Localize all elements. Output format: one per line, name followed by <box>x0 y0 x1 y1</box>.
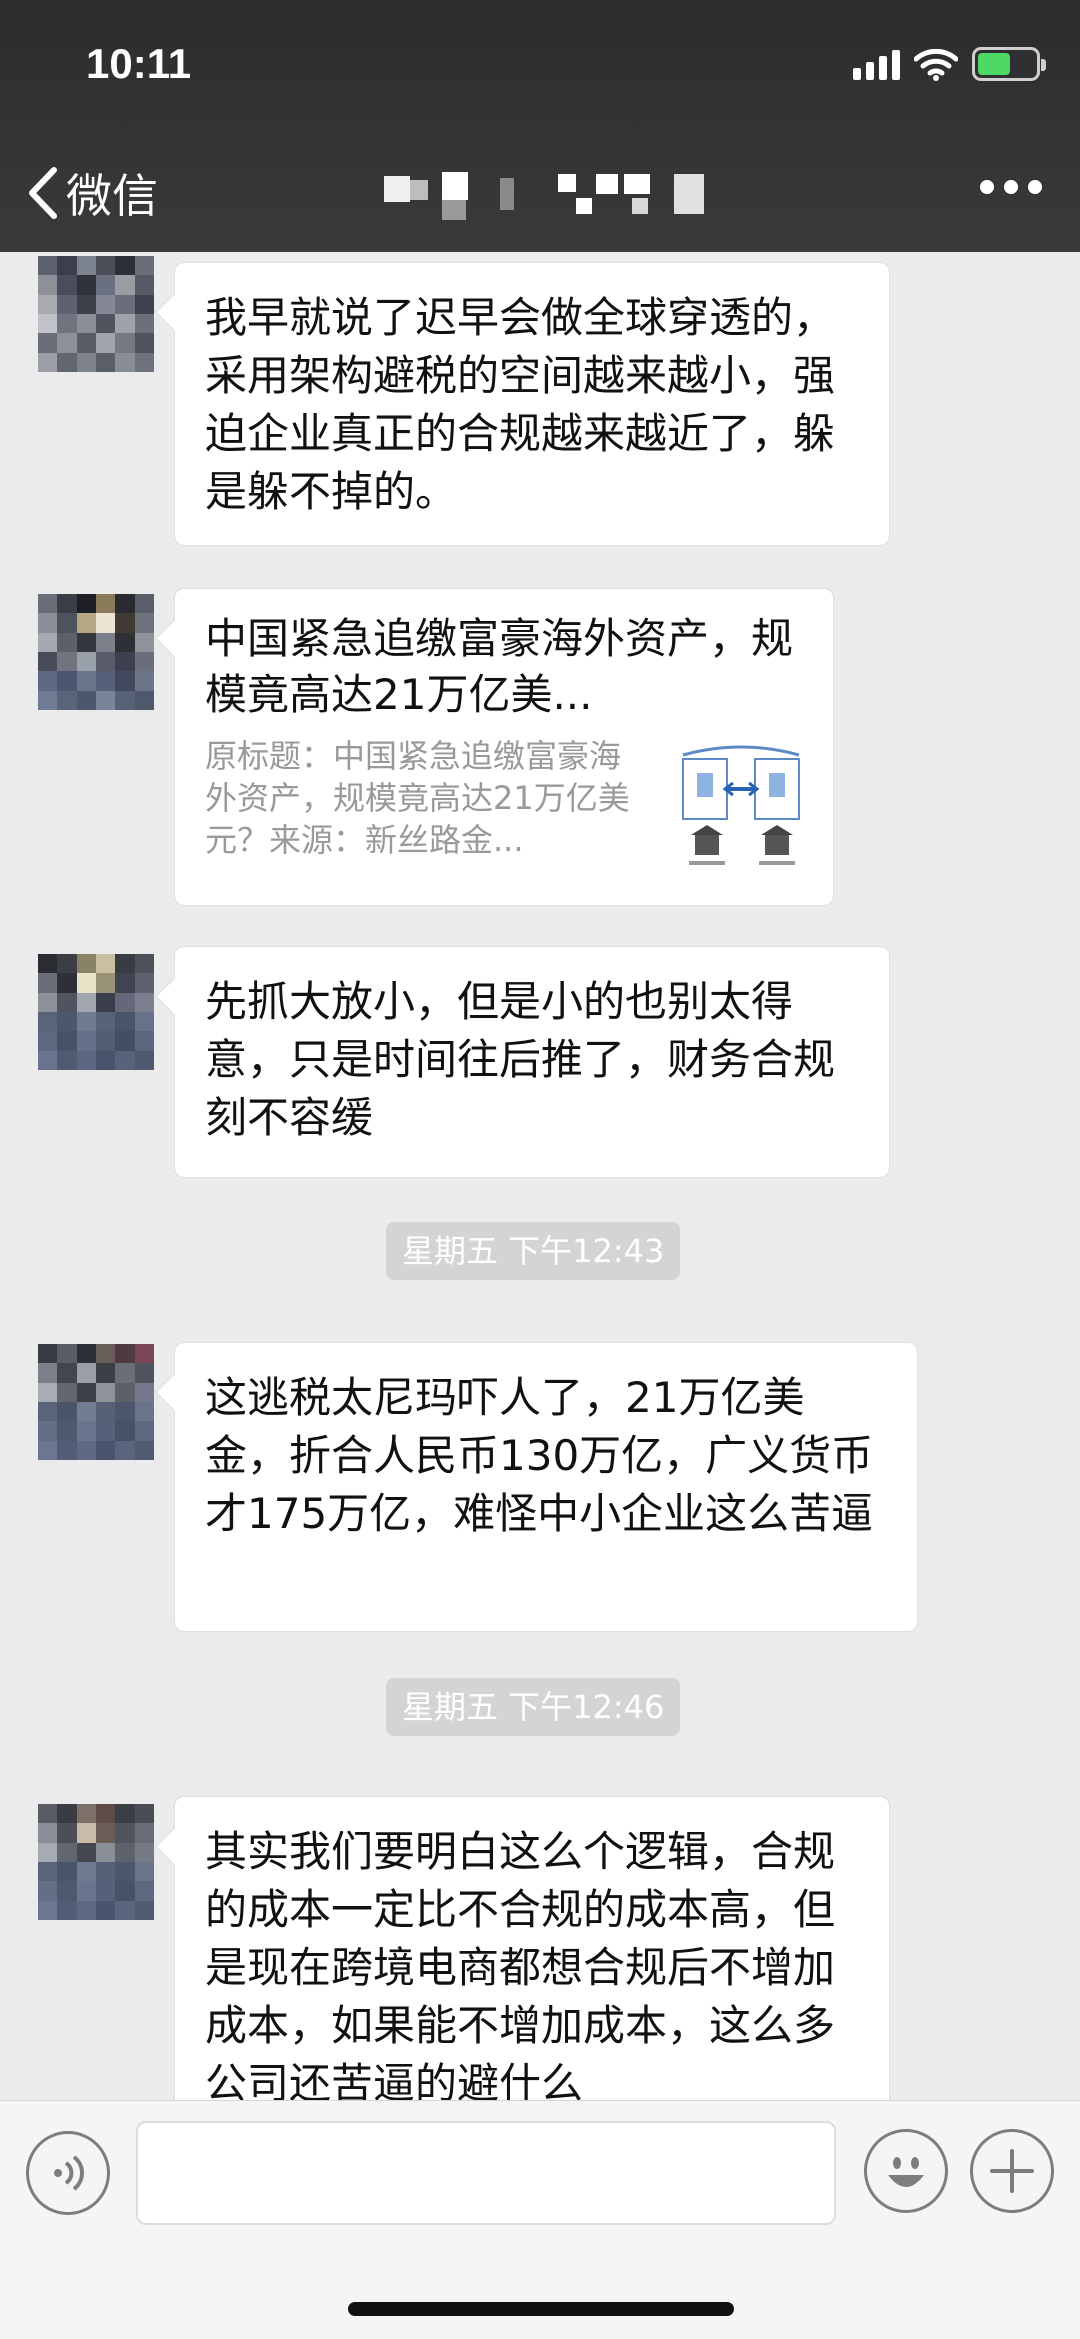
link-card[interactable]: 中国紧急追缴富豪海外资产，规模竟高达21万亿美... 原标题：中国紧急追缴富豪海… <box>174 588 834 906</box>
more-icon <box>980 180 994 194</box>
message-bubble[interactable]: 这逃税太尼玛吓人了，21万亿美金，折合人民币130万亿，广义货币才175万亿，难… <box>174 1342 918 1632</box>
avatar[interactable] <box>38 594 154 710</box>
avatar[interactable] <box>38 256 154 372</box>
status-icons <box>853 46 1046 82</box>
nav-bar: 微信 <box>0 140 1080 240</box>
time-badge: 星期五 下午12:43 <box>386 1222 681 1280</box>
emoji-button[interactable] <box>864 2129 948 2213</box>
avatar[interactable] <box>38 1344 154 1460</box>
plus-button[interactable] <box>970 2129 1054 2213</box>
plus-icon <box>990 2149 1034 2193</box>
wifi-icon <box>914 48 958 81</box>
avatar[interactable] <box>38 1804 154 1920</box>
link-thumbnail-icon <box>677 745 807 875</box>
status-time: 10:11 <box>86 40 192 87</box>
avatar[interactable] <box>38 954 154 1070</box>
link-description: 原标题：中国紧急追缴富豪海外资产，规模竟高达21万亿美元？来源：新丝路金... <box>205 737 630 859</box>
more-button[interactable] <box>980 180 1042 194</box>
message-text: 这逃税太尼玛吓人了，21万亿美金，折合人民币130万亿，广义货币才175万亿，难… <box>205 1373 874 1538</box>
emoji-icon <box>888 2157 924 2187</box>
back-button[interactable]: 微信 <box>26 160 158 226</box>
message-text: 我早就说了迟早会做全球穿透的，采用架构避税的空间越来越小，强迫企业真正的合规越来… <box>205 293 836 516</box>
home-indicator[interactable] <box>348 2302 734 2316</box>
battery-icon <box>972 47 1046 81</box>
message-bubble[interactable]: 其实我们要明白这么个逻辑，合规的成本一定比不合规的成本高，但是现在跨境电商都想合… <box>174 1796 890 2100</box>
voice-icon <box>54 2155 84 2191</box>
signal-icon <box>853 48 900 80</box>
message-input[interactable] <box>136 2121 836 2225</box>
back-chevron-icon <box>29 167 57 219</box>
message-text: 其实我们要明白这么个逻辑，合规的成本一定比不合规的成本高，但是现在跨境电商都想合… <box>205 1827 836 2100</box>
chat-area[interactable]: 我早就说了迟早会做全球穿透的，采用架构避税的空间越来越小，强迫企业真正的合规越来… <box>0 252 1080 2100</box>
message-text: 先抓大放小，但是小的也别太得意，只是时间往后推了，财务合规刻不容缓 <box>205 977 836 1142</box>
message-bubble[interactable]: 我早就说了迟早会做全球穿透的，采用架构避税的空间越来越小，强迫企业真正的合规越来… <box>174 262 890 546</box>
message-bubble[interactable]: 先抓大放小，但是小的也别太得意，只是时间往后推了，财务合规刻不容缓 <box>174 946 890 1178</box>
header: 10:11 微信 <box>0 0 1080 252</box>
time-badge: 星期五 下午12:46 <box>386 1678 681 1736</box>
voice-button[interactable] <box>26 2131 110 2215</box>
chat-title-pixelated <box>384 172 704 220</box>
back-label: 微信 <box>66 169 158 223</box>
link-title: 中国紧急追缴富豪海外资产，规模竟高达21万亿美... <box>205 614 794 719</box>
